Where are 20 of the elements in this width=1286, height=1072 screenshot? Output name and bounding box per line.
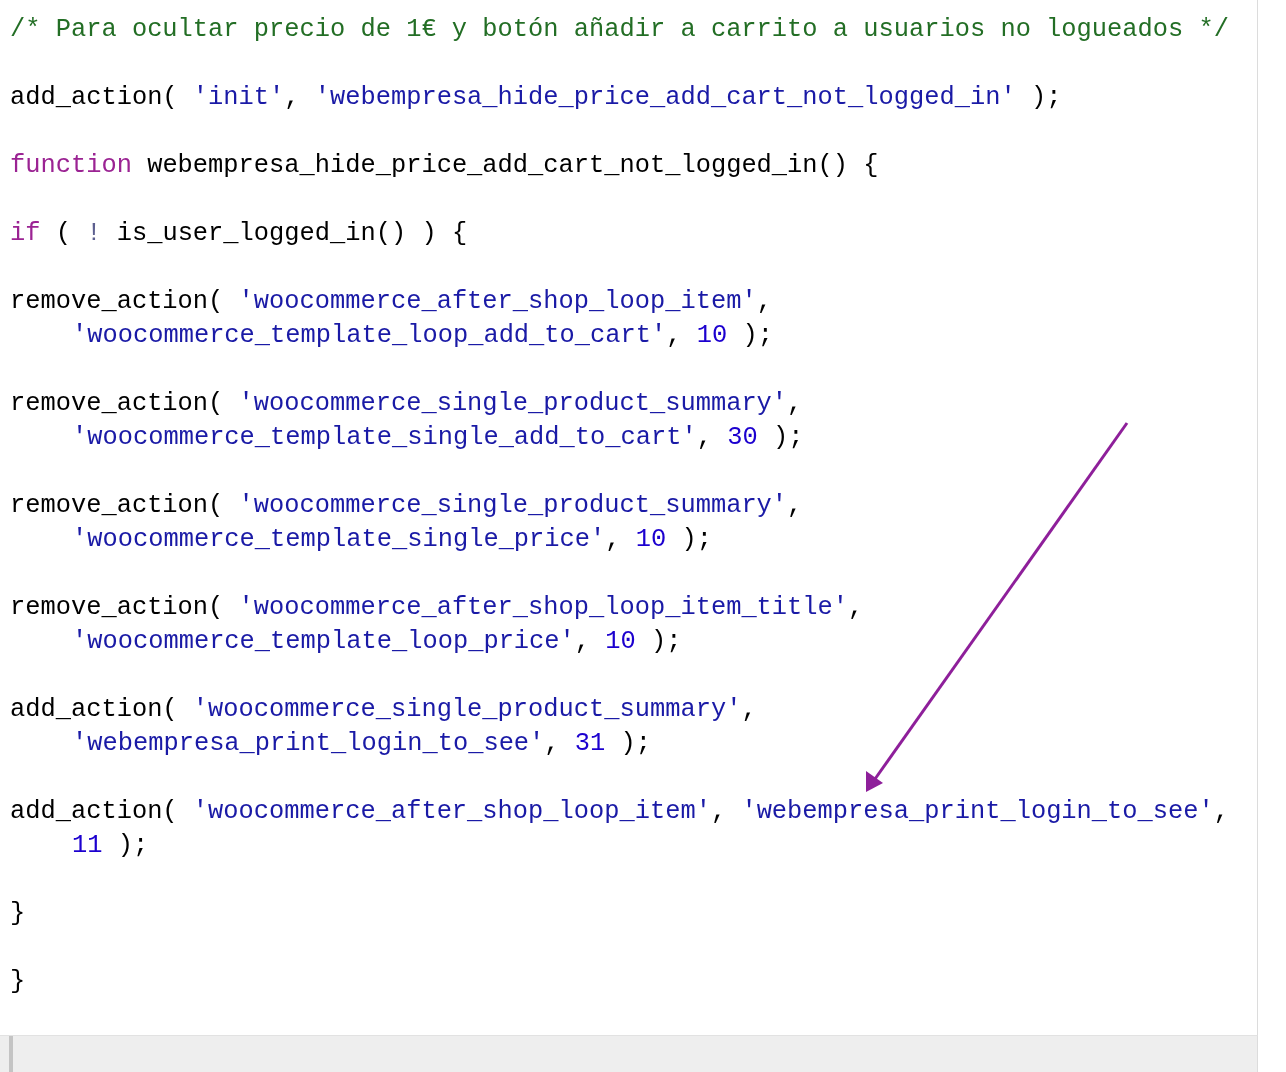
code-line: 'woocommerce_template_single_price', 10 ); xyxy=(71,524,713,556)
code-line: } xyxy=(10,966,27,998)
code-line: remove_action( 'woocommerce_single_product_summary', xyxy=(10,388,804,420)
scrollbar-thumb[interactable] xyxy=(9,1036,13,1072)
code-line: 11 ); xyxy=(71,830,150,862)
code-line: add_action( 'init', 'webempresa_hide_price_add_cart_not_logged_in' ); xyxy=(10,82,1063,114)
code-line: 'woocommerce_template_loop_price', 10 ); xyxy=(71,626,683,658)
code-line: function webempresa_hide_price_add_cart_not_logged_in() { xyxy=(10,150,880,182)
code-line: } xyxy=(10,898,27,930)
code-line: remove_action( 'woocommerce_after_shop_loop_item', xyxy=(10,286,773,318)
code-line: if ( ! is_user_logged_in() ) { xyxy=(10,218,469,250)
code-line: 'webempresa_print_login_to_see', 31 ); xyxy=(71,728,653,760)
code-line: remove_action( 'woocommerce_after_shop_loop_item_title', xyxy=(10,592,865,624)
code-line: add_action( 'woocommerce_single_product_summary', xyxy=(10,694,758,726)
horizontal-scrollbar[interactable] xyxy=(0,1035,1258,1072)
code-line: add_action( 'woocommerce_after_shop_loop_item', 'webempresa_print_login_to_see', xyxy=(10,796,1230,828)
code-line: /* Para ocultar precio de 1€ y botón añadir a carrito a usuarios no logueados */ xyxy=(10,14,1230,46)
code-line: 'woocommerce_template_loop_add_to_cart', 10 ); xyxy=(71,320,774,352)
code-line: remove_action( 'woocommerce_single_product_summary', xyxy=(10,490,804,522)
code-line: 'woocommerce_template_single_add_to_cart', 30 ); xyxy=(71,422,805,454)
